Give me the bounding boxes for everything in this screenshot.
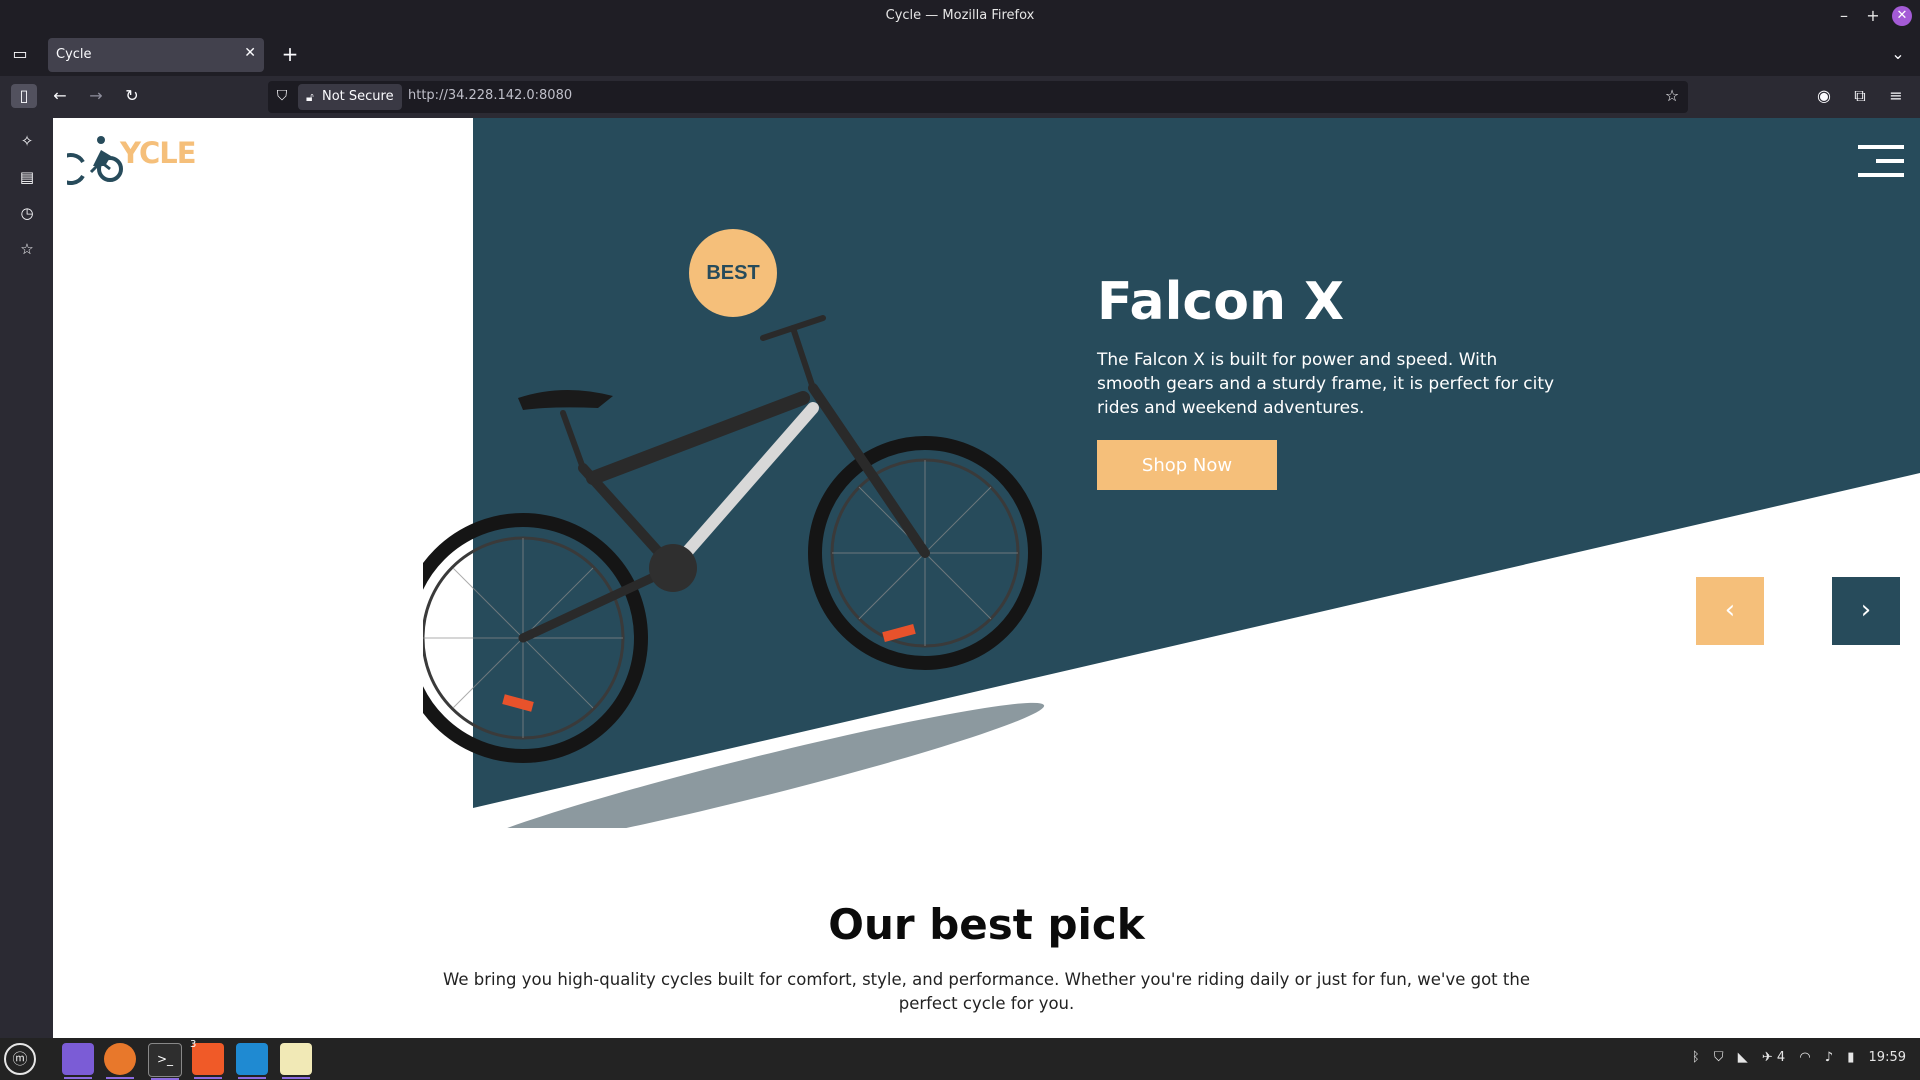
new-tab-button[interactable]: + [278, 42, 302, 66]
slider-prev-button[interactable]: ‹ [1696, 577, 1764, 645]
forward-button[interactable]: → [84, 84, 108, 108]
tab-cycle[interactable]: Cycle ✕ [48, 38, 264, 72]
system-tray: ᛒ ⛉ ◣ ✈ 4 ◠ ♪ ▮ 19:59 [1682, 1050, 1906, 1065]
slider-next-button[interactable]: › [1832, 577, 1900, 645]
sound-icon[interactable]: ♪ [1825, 1050, 1833, 1065]
bookmarks-icon[interactable]: ☆ [16, 238, 38, 260]
brave-app-icon[interactable]: 3 [190, 1039, 224, 1079]
maximize-button[interactable]: + [1863, 6, 1883, 26]
chevron-left-icon: ‹ [1724, 595, 1736, 625]
account-icon[interactable]: ◉ [1812, 84, 1836, 108]
browser-sidebar: ✧ ▤ ◷ ☆ [0, 118, 53, 1038]
synced-tabs-icon[interactable]: ▤ [16, 166, 38, 188]
close-tab-icon[interactable]: ✕ [244, 45, 256, 61]
shop-now-button[interactable]: Shop Now [1097, 440, 1277, 490]
vscode-app-icon[interactable] [236, 1043, 268, 1079]
url-text[interactable]: http://34.228.142.0:8080 [408, 88, 572, 103]
bookmark-star-icon[interactable]: ☆ [1660, 84, 1684, 108]
network-tray-icon[interactable]: ◣ [1738, 1050, 1748, 1065]
bicycle-image [423, 315, 1045, 828]
hero-title: Falcon X [1097, 272, 1345, 332]
security-label: Not Secure [322, 89, 394, 104]
shield-icon[interactable]: ⛉ [270, 84, 294, 108]
terminal-app-icon[interactable]: >_ [148, 1043, 182, 1080]
close-window-button[interactable]: ✕ [1892, 6, 1912, 26]
tray-count: 4 [1776, 1050, 1786, 1065]
text-editor-app-icon[interactable] [280, 1043, 312, 1079]
bluetooth-icon[interactable]: ᛒ [1692, 1050, 1700, 1065]
brave-badge: 3 [190, 1039, 197, 1050]
tab-overview-icon[interactable]: ▭ [8, 42, 32, 66]
web-page: YCLE BEST Falcon X The Falcon X is built… [53, 118, 1920, 1038]
menu-icon[interactable]: ≡ [1884, 84, 1908, 108]
ai-chatbot-icon[interactable]: ✧ [16, 130, 38, 152]
sidebar-toggle-icon[interactable]: ▯ [11, 84, 37, 108]
back-button[interactable]: ← [48, 84, 72, 108]
window-title: Cycle — Mozilla Firefox [885, 8, 1035, 23]
tab-label: Cycle [56, 47, 92, 62]
start-menu-icon[interactable]: ⓜ [4, 1043, 36, 1075]
chevron-right-icon: › [1860, 595, 1872, 625]
notifications-icon[interactable]: ✈ [1762, 1050, 1773, 1065]
extensions-icon[interactable]: ⧉ [1848, 84, 1872, 108]
section-title: Our best pick [828, 900, 1145, 949]
clock[interactable]: 19:59 [1869, 1050, 1906, 1065]
minimize-button[interactable]: – [1834, 6, 1854, 26]
wifi-icon[interactable]: ◠ [1799, 1050, 1810, 1065]
logo-text: YCLE [120, 136, 197, 170]
reload-button[interactable]: ↻ [120, 84, 144, 108]
lock-icon: 🔓︎ [306, 90, 314, 104]
hamburger-menu-icon[interactable] [1858, 143, 1904, 179]
list-all-tabs-icon[interactable]: ⌄ [1886, 42, 1910, 66]
best-badge: BEST [689, 229, 777, 317]
shield-tray-icon[interactable]: ⛉ [1714, 1050, 1724, 1065]
window-titlebar: Cycle — Mozilla Firefox – + ✕ [0, 0, 1920, 32]
files-app-icon[interactable] [62, 1043, 94, 1079]
section-description: We bring you high-quality cycles built f… [443, 970, 1530, 1013]
firefox-app-icon[interactable] [104, 1043, 136, 1079]
hero-description: The Falcon X is built for power and spee… [1097, 350, 1555, 418]
history-icon[interactable]: ◷ [16, 202, 38, 224]
battery-icon[interactable]: ▮ [1847, 1050, 1854, 1065]
not-secure-indicator[interactable]: 🔓︎ Not Secure [298, 84, 402, 110]
